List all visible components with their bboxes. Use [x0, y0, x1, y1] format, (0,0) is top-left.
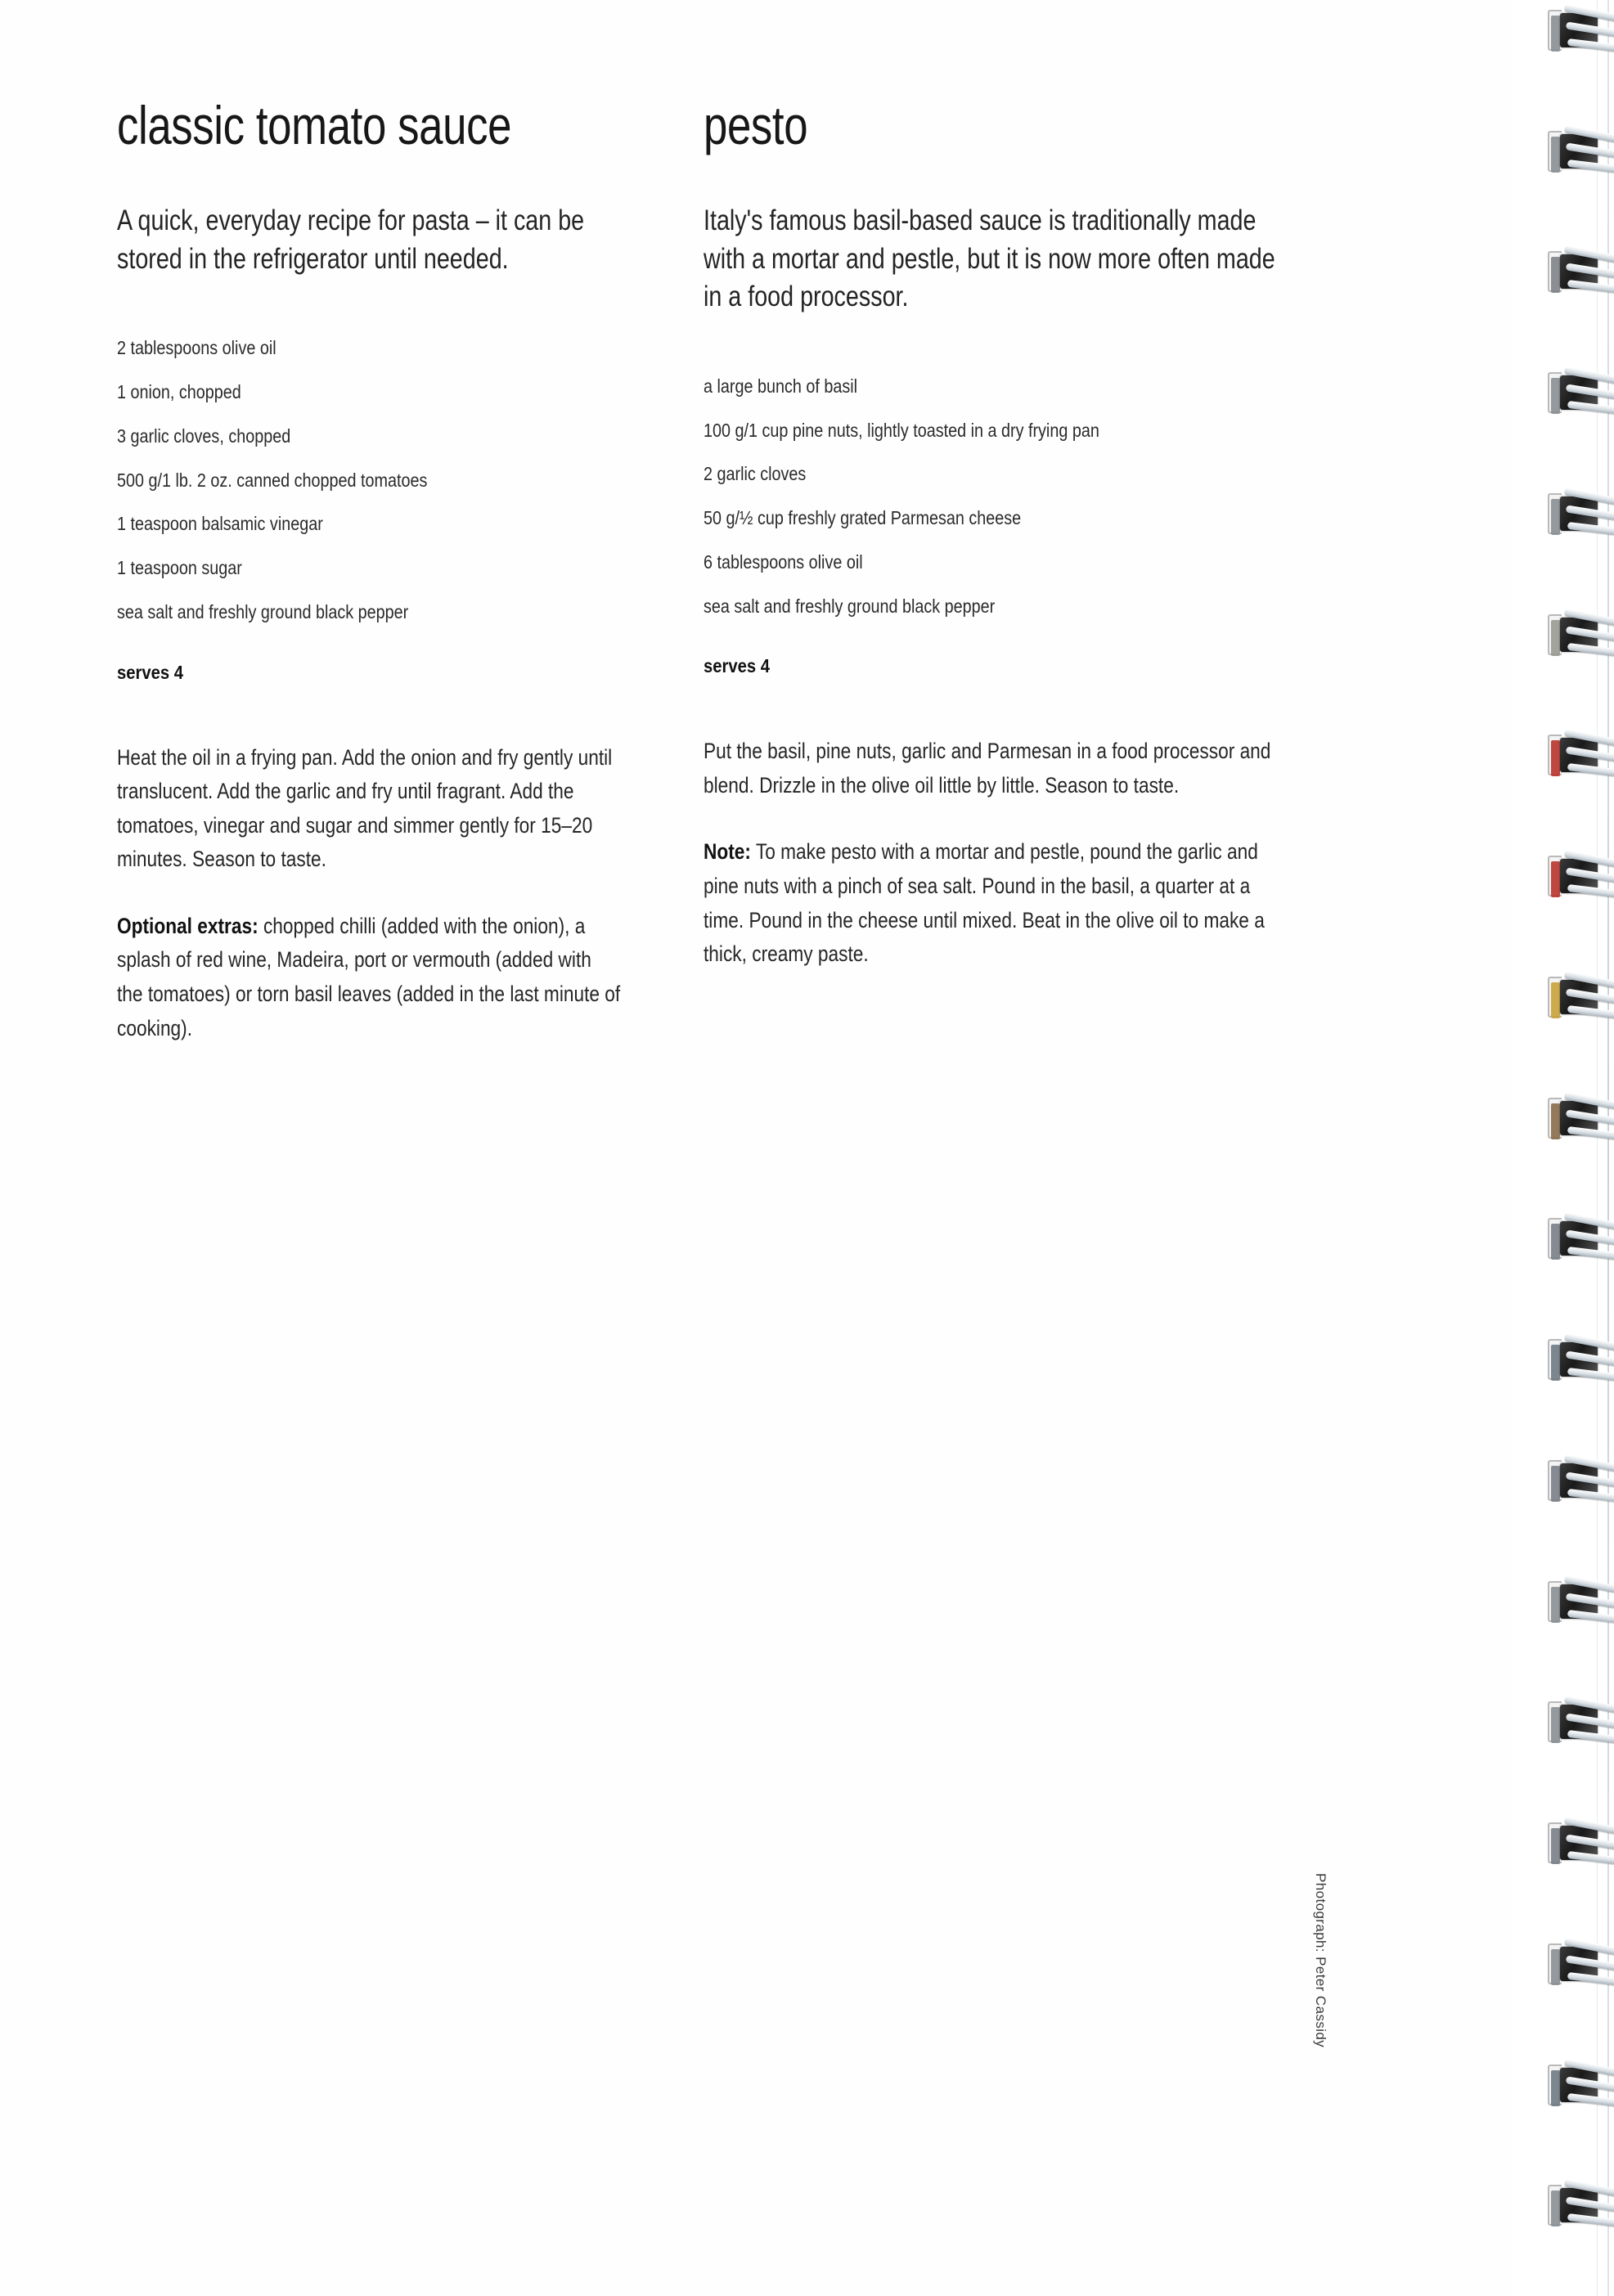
binding-wire: [1567, 1247, 1614, 1261]
ingredient-item: 2 tablespoons olive oil: [117, 337, 276, 359]
binding-wire: [1567, 1367, 1614, 1382]
binding-wire: [1567, 280, 1614, 294]
page-edge-color: [1551, 136, 1560, 173]
binding-ring: [1548, 1575, 1614, 1625]
binding-ring: [1548, 4, 1614, 54]
ingredient-item: 50 g/½ cup freshly grated Parmesan chees…: [704, 507, 1022, 529]
method-paragraph: Note: To make pesto with a mortar and pe…: [704, 835, 1293, 971]
ingredient-item: 100 g/1 cup pine nuts, lightly toasted i…: [704, 419, 1099, 441]
page-edge-color: [1551, 1707, 1560, 1744]
serves-label-pesto: serves 4: [704, 655, 771, 677]
binding-ring: [1548, 1333, 1614, 1383]
binding-ring: [1548, 608, 1614, 658]
page-edge-color: [1551, 257, 1560, 294]
binding-wire: [1567, 1004, 1614, 1020]
binding-wire: [1567, 38, 1614, 53]
recipe-title-pesto: pesto: [704, 95, 808, 155]
binding-ring: [1548, 2058, 1614, 2109]
method-lead-label: Optional extras:: [117, 913, 259, 938]
page-edge-color: [1551, 1345, 1560, 1382]
ingredient-item: sea salt and freshly ground black pepper: [117, 600, 409, 622]
page-edge-color: [1551, 1948, 1560, 1985]
recipe-page: classic tomato sauce A quick, everyday r…: [0, 0, 1614, 2296]
method-tomato-sauce: Heat the oil in a frying pan. Add the on…: [117, 741, 622, 1046]
binding-ring: [1548, 1937, 1614, 1988]
binding-ring: [1548, 1454, 1614, 1504]
binding-ring: [1548, 245, 1614, 295]
recipe-title-tomato-sauce: classic tomato sauce: [117, 95, 512, 155]
ingredient-item: 500 g/1 lb. 2 oz. canned chopped tomatoe…: [117, 469, 428, 491]
binding-wire: [1567, 401, 1614, 416]
page-edge-color: [1551, 1465, 1560, 1502]
page-edge-color: [1551, 2190, 1560, 2227]
binding-ring: [1548, 1091, 1614, 1142]
binding-ring: [1548, 366, 1614, 416]
binding-wire: [1567, 884, 1614, 899]
ingredient-item: 6 tablespoons olive oil: [704, 550, 863, 573]
method-text: Heat the oil in a frying pan. Add the on…: [117, 744, 613, 872]
method-text: To make pesto with a mortar and pestle, …: [704, 839, 1265, 967]
photo-credit: Photograph: Peter Cassidy: [1312, 1873, 1329, 2048]
binding-ring: [1548, 1212, 1614, 1262]
method-paragraph: Optional extras: chopped chilli (added w…: [117, 910, 622, 1045]
recipe-intro-tomato-sauce: A quick, everyday recipe for pasta – it …: [117, 204, 585, 275]
ingredient-item: sea salt and freshly ground black pepper: [704, 595, 996, 617]
ingredient-item: 1 teaspoon sugar: [117, 557, 242, 579]
page-edge-color: [1551, 1224, 1560, 1260]
binding-wire: [1567, 763, 1614, 778]
binding-wire: [1567, 1488, 1614, 1503]
binding-wire: [1567, 2213, 1614, 2228]
binding-ring: [1548, 487, 1614, 537]
binding-ring: [1548, 1696, 1614, 1746]
recipe-intro-pesto: Italy's famous basil-based sauce is trad…: [704, 204, 1275, 313]
binding-wire: [1567, 521, 1614, 537]
recipe-columns: classic tomato sauce A quick, everyday r…: [0, 0, 1440, 2296]
binding-ring: [1548, 850, 1614, 900]
binding-ring: [1548, 2179, 1614, 2229]
page-edge-color: [1551, 1586, 1560, 1623]
recipe-column-tomato-sauce: classic tomato sauce A quick, everyday r…: [0, 0, 654, 1045]
spiral-binding: [1513, 0, 1614, 2296]
page-edge-color: [1551, 619, 1560, 656]
page-edge-color: [1551, 1828, 1560, 1865]
binding-ring: [1548, 1817, 1614, 1867]
page-edge-color: [1551, 982, 1560, 1018]
method-paragraph: Heat the oil in a frying pan. Add the on…: [117, 741, 622, 877]
page-edge-color: [1551, 740, 1560, 777]
ingredient-list-tomato-sauce: 2 tablespoons olive oil 1 onion, chopped…: [117, 335, 622, 625]
binding-ring: [1548, 124, 1614, 175]
ingredient-item: 2 garlic cloves: [704, 463, 807, 485]
ingredient-item: a large bunch of basil: [704, 375, 858, 397]
page-edge-color: [1551, 1103, 1560, 1139]
binding-ring: [1548, 970, 1614, 1021]
binding-ring: [1548, 729, 1614, 779]
ingredient-item: 1 teaspoon balsamic vinegar: [117, 513, 323, 535]
page-edge-color: [1551, 378, 1560, 415]
method-paragraph: Put the basil, pine nuts, garlic and Par…: [704, 735, 1293, 802]
ingredient-list-pesto: a large bunch of basil 100 g/1 cup pine …: [704, 374, 1293, 619]
binding-wire: [1567, 1850, 1614, 1866]
page-edge-color: [1551, 16, 1560, 52]
serves-label-tomato-sauce: serves 4: [117, 661, 184, 683]
page-edge-color: [1551, 498, 1560, 535]
ingredient-item: 1 onion, chopped: [117, 381, 241, 403]
recipe-column-pesto: pesto Italy's famous basil-based sauce i…: [654, 0, 1325, 972]
method-lead-label: Note:: [704, 839, 751, 865]
page-edge-color: [1551, 2069, 1560, 2106]
ingredient-item: 3 garlic cloves, chopped: [117, 425, 291, 447]
page-edge-color: [1551, 861, 1560, 898]
binding-wire: [1567, 1730, 1614, 1745]
method-text: Put the basil, pine nuts, garlic and Par…: [704, 739, 1271, 798]
method-pesto: Put the basil, pine nuts, garlic and Par…: [704, 735, 1293, 971]
